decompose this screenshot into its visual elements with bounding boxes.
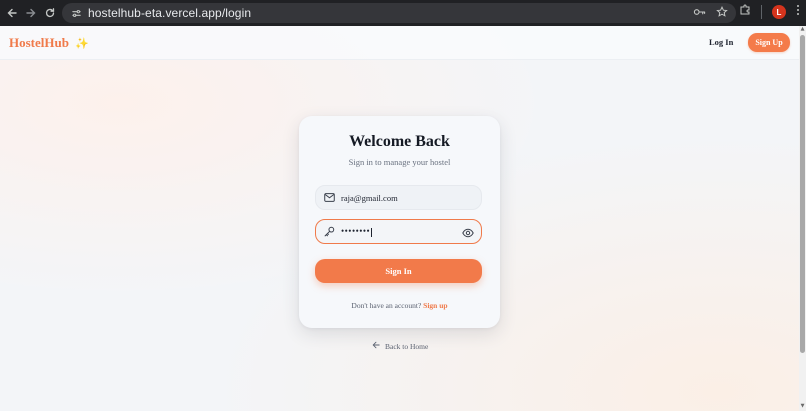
signup-button[interactable]: Sign Up [748, 33, 790, 52]
show-password-eye-icon[interactable] [462, 226, 474, 238]
sparkle-icon: ✨ [74, 37, 89, 50]
password-value: •••••••• [341, 226, 373, 237]
profile-avatar[interactable]: L [772, 5, 786, 19]
scroll-up-icon[interactable]: ▲ [800, 27, 805, 32]
back-to-home-link[interactable]: Back to Home [372, 341, 428, 351]
bookmark-star-icon[interactable] [716, 5, 728, 23]
password-field[interactable]: •••••••• [315, 219, 482, 244]
no-account-text: Don't have an account? [351, 301, 422, 310]
signup-link[interactable]: Sign up [423, 301, 447, 310]
reload-icon[interactable] [40, 3, 60, 23]
key-icon [322, 225, 336, 239]
back-to-home-label: Back to Home [385, 341, 429, 351]
scroll-down-icon[interactable]: ▼ [800, 404, 805, 409]
page-content: HostelHub ✨ Log In Sign Up Welcome Back … [0, 26, 799, 411]
page-scrollbar[interactable]: ▲ ▼ [799, 26, 806, 411]
email-field[interactable]: raja@gmail.com [315, 185, 482, 210]
signup-prompt: Don't have an account? Sign up [299, 301, 500, 310]
chrome-menu-icon[interactable] [796, 3, 800, 21]
password-key-icon[interactable] [693, 5, 706, 23]
brand-logo[interactable]: HostelHub ✨ [9, 35, 89, 51]
browser-toolbar: hostelhub-eta.vercel.app/login L [0, 0, 806, 26]
url-text: hostelhub-eta.vercel.app/login [88, 6, 252, 20]
signin-button[interactable]: Sign In [315, 259, 482, 283]
back-icon[interactable] [2, 3, 22, 23]
login-link[interactable]: Log In [709, 37, 733, 47]
toolbar-separator [761, 5, 762, 19]
page-subtitle: Sign in to manage your hostel [348, 157, 451, 167]
arrow-left-icon [372, 341, 380, 351]
extensions-icon[interactable] [739, 3, 751, 21]
email-value: raja@gmail.com [341, 192, 398, 203]
site-navbar: HostelHub ✨ Log In Sign Up [0, 26, 799, 60]
login-card: Welcome Back Sign in to manage your host… [299, 116, 500, 328]
brand-name: HostelHub [9, 35, 69, 50]
scroll-thumb[interactable] [800, 35, 805, 353]
mail-icon [322, 191, 336, 205]
forward-icon[interactable] [21, 3, 41, 23]
site-settings-icon[interactable] [68, 5, 84, 21]
address-bar[interactable]: hostelhub-eta.vercel.app/login [62, 3, 736, 23]
page-title: Welcome Back [349, 133, 450, 150]
